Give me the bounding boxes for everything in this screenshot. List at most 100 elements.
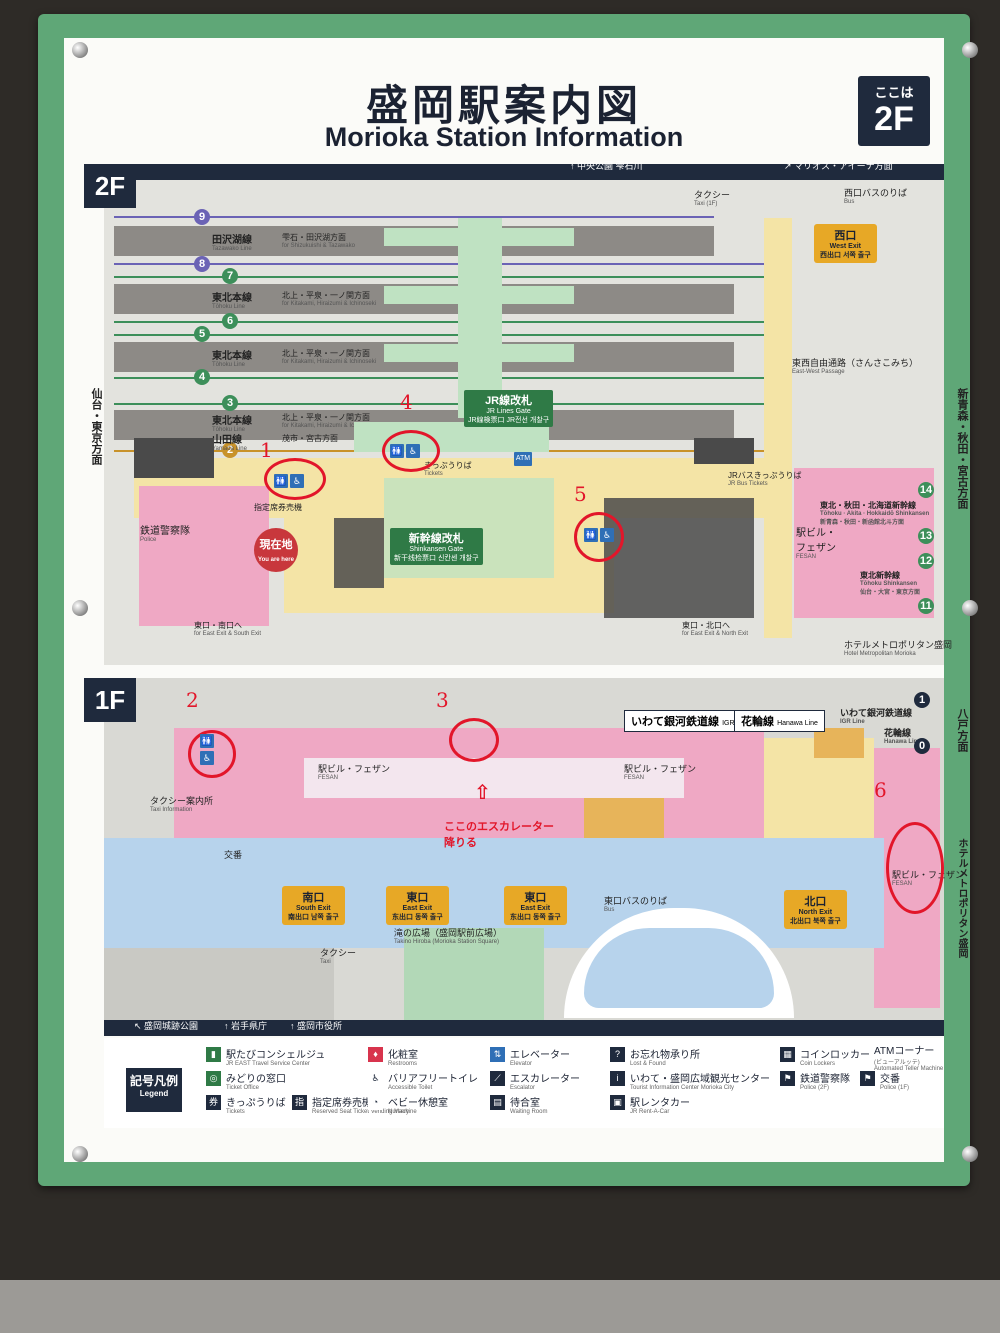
restroom-icon: 🚻 — [200, 734, 214, 748]
fesan-2f-label: 駅ビル・ フェザン FESAN — [796, 528, 836, 560]
track-number-8: 8 — [194, 256, 210, 272]
track-number-14: 14 — [918, 482, 934, 498]
jr-bridge-stair — [384, 228, 574, 246]
fesan-1f-label-center: 駅ビル・フェザン FESAN — [624, 764, 697, 781]
current-floor-badge: ここは 2F — [858, 76, 930, 146]
jr-lines-gate: JR線改札 JR Lines Gate JR線検票口 JR전선 개찰구 — [464, 390, 554, 427]
hotel-metropolitan-label: ホテルメトロポリタン盛岡 Hotel Metropolitan Morioka — [844, 640, 953, 657]
track-3 — [114, 403, 764, 405]
1f-road — [104, 948, 334, 1020]
annotation-number-5: 5 — [574, 482, 587, 506]
annotation-note-line2: 降りる — [444, 837, 477, 849]
railway-police-label: 鉄道警察隊 Police — [140, 526, 190, 543]
annotation-number-4: 4 — [400, 390, 413, 414]
legend-item-waiting-room: ▤ 待合室 Waiting Room — [490, 1094, 547, 1115]
line-dest-yamada: 茂市・宮古方面 — [282, 434, 338, 443]
current-floor-value: 2F — [874, 100, 914, 138]
annotation-circle-6 — [886, 822, 944, 914]
left-direction-label: 仙台・東京方面 — [90, 388, 102, 465]
south-exit-sign: 南口 South Exit 南出口 남쪽 출구 — [282, 886, 345, 925]
jr-bus-ticket-label: JRバスきっぷうりば JR Bus Tickets — [728, 471, 802, 487]
line-dest-tohoku-1: 北上・平泉・一ノ関方面 for Kitakami, Hiraizumi & Ich… — [282, 291, 377, 307]
annotation-number-2: 2 — [186, 688, 199, 712]
shinkansen-gate: 新幹線改札 Shinkansen Gate 新干线检票口 신칸센 개찰구 — [390, 528, 483, 565]
hachinohe-direction: 八戸方面 — [956, 708, 968, 752]
annotation-circle-1 — [264, 458, 326, 500]
dir-city-hall: ↑ 盛岡市役所 — [290, 1021, 343, 1031]
legend-item-escalator: ⟋ エスカレーター Escalator — [490, 1070, 580, 1091]
legend-item-lost-found: ? お忘れ物承り所 Lost & Found — [610, 1046, 700, 1067]
taxi-information-label: タクシー案内所 Taxi Information — [150, 796, 214, 813]
building-block — [604, 498, 754, 618]
track-number-12: 12 — [918, 553, 934, 569]
for-east-north-exit-label: 東口・北口へ for East Exit & North Exit — [682, 621, 749, 637]
legend-title: 記号凡例 Legend — [126, 1068, 182, 1112]
annotation-circle-3 — [449, 718, 499, 762]
sign-board: 盛岡駅案内図 Morioka Station Information ここは 2… — [64, 38, 968, 1162]
bottom-frame-edge — [0, 1280, 1000, 1333]
line-label-tohoku-1: 東北本線 Tōhoku Line — [212, 293, 252, 310]
legend-item-travel-center: ▮ 駅たびコンシェルジュ JR EAST Travel Service Center — [206, 1046, 325, 1067]
title-english: Morioka Station Information — [324, 122, 684, 152]
track-number-9: 9 — [194, 209, 210, 225]
roundabout-center — [584, 928, 774, 1008]
takino-square-label: 滝の広場（盛岡駅前広場） Takino Hiroba (Morioka Stati… — [394, 928, 503, 945]
line-dest-tohoku-2: 北上・平泉・一ノ関方面 for Kitakami, Hiraizumi & Ich… — [282, 349, 377, 365]
legend-item-coin-lockers: ▦ コインロッカー Coin Lockers — [780, 1046, 870, 1067]
north-exit-sign: 北口 North Exit 北出口 북쪽 출구 — [784, 890, 847, 929]
track-number-11: 11 — [918, 598, 934, 614]
east-exit-sign-2: 東口 East Exit 东出口 동쪽 출구 — [504, 886, 567, 925]
legend-item-ticket-office: ◎ みどりの窓口 Ticket Office — [206, 1070, 286, 1091]
legend: 記号凡例 Legend ▮ 駅たびコンシェルジュ JR EAST Travel Ser… — [104, 1038, 944, 1128]
legend-item-koban: ⚑ 交番 Police (1F) — [860, 1070, 909, 1091]
accessible-toilet-icon: ♿ — [200, 751, 214, 765]
line-label-yamada: 山田線 Yamada Line — [212, 435, 247, 452]
hotel-vertical-label: ホテルメトロポリタン盛岡 — [956, 838, 967, 958]
legend-item-elevator: ⇅ エレベーター Elevator — [490, 1046, 570, 1067]
line-label-tazawako: 田沢湖線 Tazawako Line — [212, 235, 252, 252]
dir-pref-office: ↑ 岩手県庁 — [224, 1021, 268, 1031]
legend-item-atm: ATMコーナー (ビューアルッテ) Automated Teller Machine — [874, 1046, 944, 1072]
dir-taxi: タクシー Taxi (1F) — [694, 190, 731, 207]
track-number-3: 3 — [222, 395, 238, 411]
legend-item-tourist-info: i いわて・盛岡広域観光センター Tourist Information Cente… — [610, 1070, 770, 1091]
for-east-south-exit-label: 東口・南口へ for East Exit & South Exit — [194, 621, 262, 637]
annotation-number-6: 6 — [874, 778, 887, 802]
annotation-number-1: 1 — [260, 438, 273, 462]
1f-shop — [814, 728, 864, 758]
track-number-5: 5 — [194, 326, 210, 342]
hanawa-line-sign: 花輪線 Hanawa Line — [734, 710, 825, 732]
line-label-tohoku-3: 東北本線 Tōhoku Line — [212, 416, 252, 433]
annotation-number-3: 3 — [436, 688, 449, 712]
legend-item-rent-a-car: ▣ 駅レンタカー JR Rent-A-Car — [610, 1094, 690, 1115]
dir-west-bus: 西口バスのりば Bus — [844, 188, 908, 205]
east-west-passage-label: 東西自由通路（さんさこみち） East-West Passage — [792, 358, 919, 375]
east-bus-stop-label: 東口バスのりば Bus — [604, 896, 668, 913]
track-6 — [114, 321, 764, 323]
shinkansen-south-label: 東北新幹線 Tōhoku Shinkansen 仙台・大宮・東京方面 — [860, 571, 921, 596]
annotation-circle-4 — [382, 430, 440, 472]
arrow-up-icon: ⇧ — [474, 782, 491, 804]
east-exit-sign-1: 東口 East Exit 东出口 동쪽 출구 — [386, 886, 449, 925]
dir-central-park: ↑ 中央公園 雫石川 — [570, 161, 643, 171]
annotation-note-line1: ここのエスカレーター — [444, 821, 554, 833]
track-4 — [114, 377, 764, 379]
concourse-east-west — [764, 218, 792, 638]
koban-label: 交番 — [224, 850, 243, 860]
bolt — [962, 600, 978, 616]
right-direction-label: 新青森・秋田・宮古方面 — [956, 388, 968, 509]
floor-2f-tag: 2F — [84, 164, 136, 208]
track-number-4: 4 — [194, 369, 210, 385]
annotation-circle-5 — [574, 512, 624, 562]
track-7 — [114, 276, 764, 278]
reserved-seat-machine-label: 指定席券売機 — [254, 503, 302, 512]
building-block — [694, 438, 754, 464]
building-block — [334, 518, 384, 588]
track-number-13: 13 — [918, 528, 934, 544]
atm-icon: ATM — [514, 452, 532, 466]
legend-item-nursery: ◔ ベビー休憩室 Nursery — [368, 1094, 448, 1115]
1f-shop — [584, 798, 664, 838]
shinkansen-north-label: 東北・秋田・北海道新幹線 Tōhoku · Akita · Hokkaidō Sh… — [820, 501, 930, 526]
track-number-6: 6 — [222, 313, 238, 329]
track-number-1: 1 — [914, 692, 930, 708]
